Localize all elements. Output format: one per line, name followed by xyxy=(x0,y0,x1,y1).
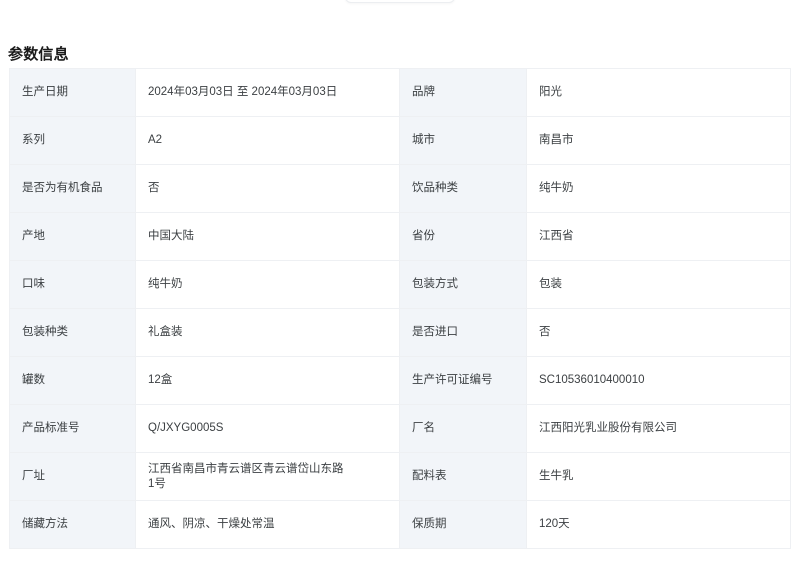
param-label: 厂名 xyxy=(399,404,527,453)
param-label: 是否为有机食品 xyxy=(9,164,136,213)
table-row: 厂址 江西省南昌市青云谱区青云谱岱山东路 1号 配料表 生牛乳 xyxy=(9,452,791,501)
param-value: 江西省南昌市青云谱区青云谱岱山东路 1号 xyxy=(135,452,400,501)
table-row: 系列 A2 城市 南昌市 xyxy=(9,116,791,165)
parameter-info-table: 生产日期 2024年03月03日 至 2024年03月03日 品牌 阳光 系列 … xyxy=(9,68,791,549)
param-value: 否 xyxy=(526,308,791,357)
partial-card-above xyxy=(345,0,455,3)
table-row: 生产日期 2024年03月03日 至 2024年03月03日 品牌 阳光 xyxy=(9,68,791,117)
table-row: 产地 中国大陆 省份 江西省 xyxy=(9,212,791,261)
param-value: 江西阳光乳业股份有限公司 xyxy=(526,404,791,453)
product-parameters-page: 参数信息 生产日期 2024年03月03日 至 2024年03月03日 品牌 阳… xyxy=(0,0,799,583)
param-label: 包装种类 xyxy=(9,308,136,357)
param-value: 120天 xyxy=(526,500,791,549)
param-label: 城市 xyxy=(399,116,527,165)
param-label: 包装方式 xyxy=(399,260,527,309)
param-value: 阳光 xyxy=(526,68,791,117)
param-value: 纯牛奶 xyxy=(526,164,791,213)
table-row: 储藏方法 通风、阴凉、干燥处常温 保质期 120天 xyxy=(9,500,791,549)
param-label: 厂址 xyxy=(9,452,136,501)
table-row: 包装种类 礼盒装 是否进口 否 xyxy=(9,308,791,357)
param-value: 礼盒装 xyxy=(135,308,400,357)
param-value: 江西省 xyxy=(526,212,791,261)
table-row: 罐数 12盒 生产许可证编号 SC10536010400010 xyxy=(9,356,791,405)
param-label: 品牌 xyxy=(399,68,527,117)
param-label: 省份 xyxy=(399,212,527,261)
parameter-table-body: 生产日期 2024年03月03日 至 2024年03月03日 品牌 阳光 系列 … xyxy=(9,68,791,549)
param-label: 饮品种类 xyxy=(399,164,527,213)
param-label: 储藏方法 xyxy=(9,500,136,549)
param-value: 通风、阴凉、干燥处常温 xyxy=(135,500,400,549)
table-row: 产品标准号 Q/JXYG0005S 厂名 江西阳光乳业股份有限公司 xyxy=(9,404,791,453)
param-value: 包装 xyxy=(526,260,791,309)
table-row: 口味 纯牛奶 包装方式 包装 xyxy=(9,260,791,309)
param-value: 2024年03月03日 至 2024年03月03日 xyxy=(135,68,400,117)
param-value: 纯牛奶 xyxy=(135,260,400,309)
param-value: A2 xyxy=(135,116,400,165)
param-value: 南昌市 xyxy=(526,116,791,165)
table-row: 是否为有机食品 否 饮品种类 纯牛奶 xyxy=(9,164,791,213)
param-value: Q/JXYG0005S xyxy=(135,404,400,453)
param-label: 生产许可证编号 xyxy=(399,356,527,405)
param-label: 配料表 xyxy=(399,452,527,501)
param-value: SC10536010400010 xyxy=(526,356,791,405)
param-value: 中国大陆 xyxy=(135,212,400,261)
param-label: 生产日期 xyxy=(9,68,136,117)
param-label: 产品标准号 xyxy=(9,404,136,453)
param-label: 口味 xyxy=(9,260,136,309)
param-value: 否 xyxy=(135,164,400,213)
param-label: 产地 xyxy=(9,212,136,261)
param-label: 罐数 xyxy=(9,356,136,405)
param-label: 系列 xyxy=(9,116,136,165)
param-value: 12盒 xyxy=(135,356,400,405)
page-title: 参数信息 xyxy=(8,46,69,64)
param-value: 生牛乳 xyxy=(526,452,791,501)
param-label: 保质期 xyxy=(399,500,527,549)
param-label: 是否进口 xyxy=(399,308,527,357)
